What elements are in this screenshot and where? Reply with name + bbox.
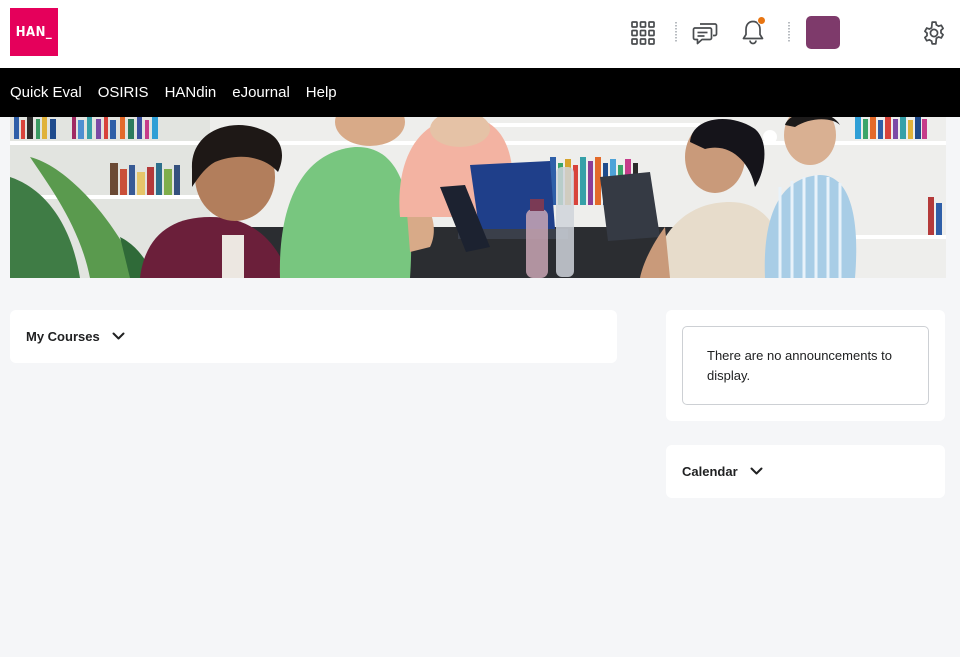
- settings-button[interactable]: [916, 15, 952, 51]
- announcements-widget: There are no announcements to display.: [666, 310, 945, 421]
- nav-item-handin[interactable]: HANdin: [165, 84, 217, 101]
- banner-image: [10, 117, 946, 278]
- calendar-widget: Calendar: [666, 445, 945, 498]
- nav-item-ejournal[interactable]: eJournal: [232, 84, 290, 101]
- user-avatar[interactable]: [806, 16, 840, 49]
- han-logo[interactable]: HAN_: [10, 8, 58, 56]
- top-header: HAN_: [0, 0, 960, 68]
- my-courses-toggle[interactable]: My Courses: [26, 329, 125, 344]
- settings-gear-icon: [924, 21, 944, 45]
- apps-grid-icon: [631, 21, 655, 45]
- header-divider: [675, 22, 677, 42]
- message-alerts-button[interactable]: [688, 16, 722, 50]
- logo-text: HAN_: [15, 25, 53, 40]
- chevron-down-icon: [750, 467, 763, 476]
- main-navbar: Quick Eval OSIRIS HANdin eJournal Help: [0, 68, 960, 117]
- chevron-down-icon: [112, 332, 125, 341]
- header-divider: [788, 22, 790, 42]
- calendar-toggle[interactable]: Calendar: [682, 464, 763, 479]
- announcements-empty-message: There are no announcements to display.: [682, 326, 929, 405]
- my-courses-title: My Courses: [26, 329, 100, 344]
- my-courses-widget: My Courses: [10, 310, 617, 363]
- message-alerts-icon: [692, 23, 718, 45]
- calendar-title: Calendar: [682, 464, 738, 479]
- nav-item-osiris[interactable]: OSIRIS: [98, 84, 149, 101]
- apps-grid-button[interactable]: [626, 17, 660, 49]
- nav-item-help[interactable]: Help: [306, 84, 337, 101]
- nav-item-quick-eval[interactable]: Quick Eval: [10, 84, 82, 101]
- notifications-button[interactable]: [736, 15, 770, 49]
- notification-dot: [757, 16, 766, 25]
